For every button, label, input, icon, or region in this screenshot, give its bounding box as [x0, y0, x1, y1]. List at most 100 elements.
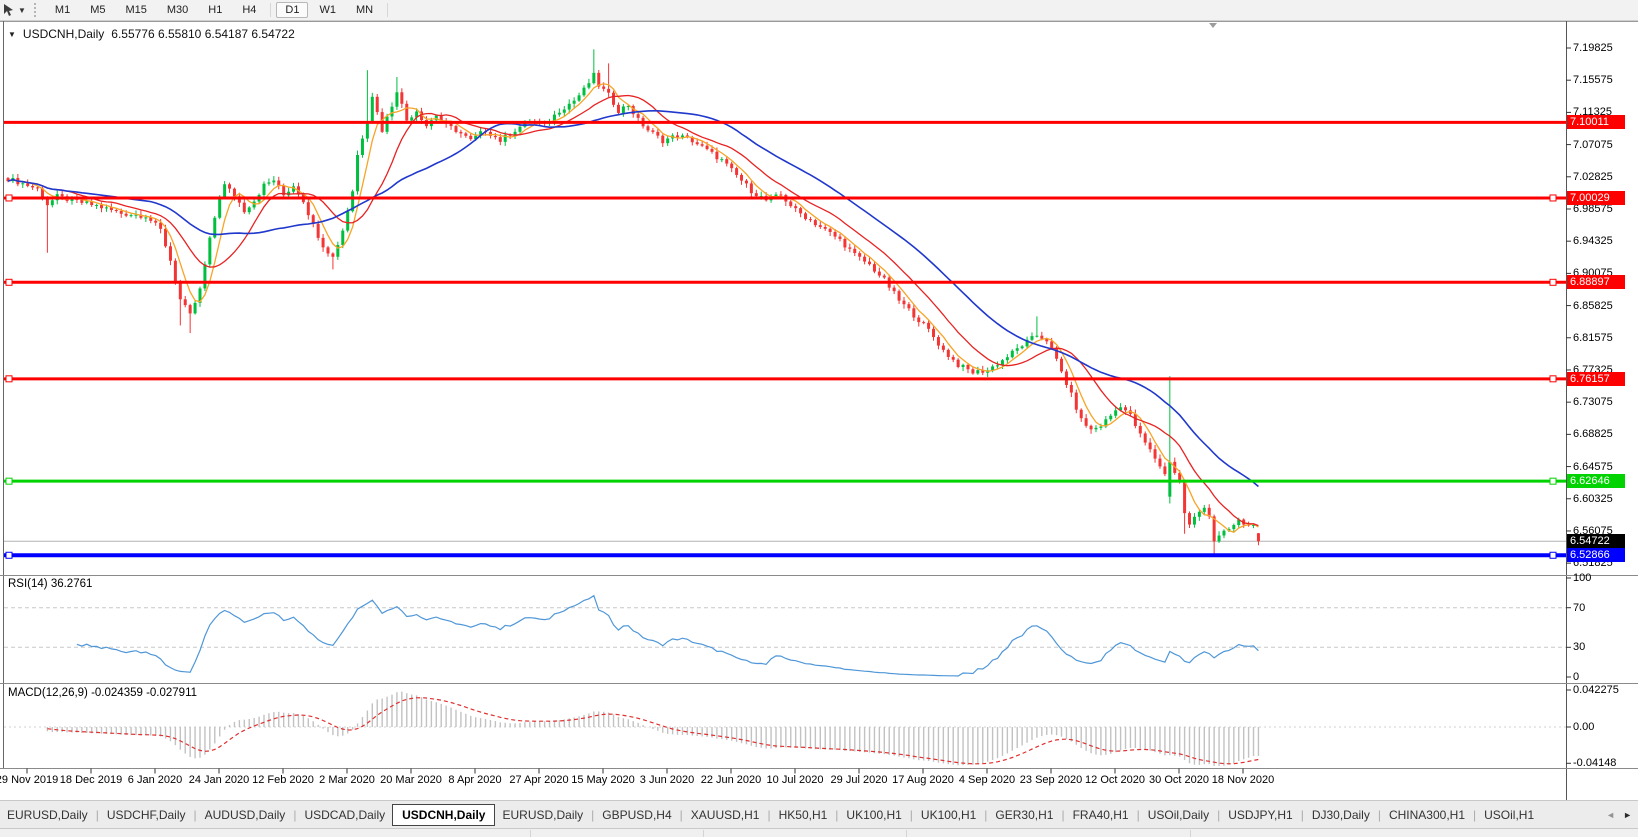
time-axis-label: 15 May 2020	[571, 774, 635, 786]
horizontal-level-line[interactable]	[4, 477, 1566, 485]
line-left-handle[interactable]	[5, 477, 13, 485]
tab-separator: |	[679, 807, 683, 822]
time-axis-label: 22 Jun 2020	[700, 774, 762, 786]
tab-separator: |	[193, 807, 197, 822]
line-right-handle[interactable]	[1549, 278, 1557, 286]
tab-separator: |	[591, 807, 595, 822]
tab-separator: |	[835, 807, 839, 822]
tab-separator: |	[1217, 807, 1221, 822]
price-axis-label: 6.73075	[1573, 396, 1613, 409]
chart-tab-uk100-h1[interactable]: UK100,H1	[839, 804, 908, 826]
price-level-tag: 7.10011	[1567, 115, 1625, 130]
line-right-handle[interactable]	[1549, 477, 1557, 485]
line-right-handle[interactable]	[1549, 375, 1557, 383]
line-left-handle[interactable]	[5, 375, 13, 383]
chart-tab-hk50-h1[interactable]: HK50,H1	[772, 804, 835, 826]
line-left-handle[interactable]	[5, 194, 13, 202]
horizontal-level-line[interactable]	[4, 375, 1566, 383]
rsi-axis-label: 70	[1573, 601, 1586, 614]
rsi-axis-label: 0	[1573, 671, 1580, 683]
time-axis-label: 18 Dec 2019	[59, 774, 123, 786]
price-axis-label: 6.60325	[1573, 492, 1613, 505]
tab-scroll-right-icon[interactable]: ►	[1623, 810, 1632, 820]
line-right-handle[interactable]	[1549, 194, 1557, 202]
current-price-tag: 6.54722	[1567, 534, 1625, 549]
tab-separator: |	[1300, 807, 1304, 822]
collapse-icon[interactable]: ▼	[8, 30, 16, 39]
horizontal-level-line[interactable]	[4, 278, 1566, 286]
toolbar: ▼ M1 M5 M15 M30 H1 H4 D1 W1 MN	[0, 0, 1638, 21]
chart-tab-gbpusd-h4[interactable]: GBPUSD,H4	[595, 804, 678, 826]
price-axis-label: 6.81575	[1573, 331, 1613, 344]
macd-histogram	[46, 691, 1260, 766]
chart-tab-usdcnh-daily[interactable]: USDCNH,Daily	[392, 803, 496, 826]
line-right-handle[interactable]	[1549, 551, 1557, 559]
rsi-axis-label: 30	[1573, 641, 1586, 654]
tab-scroll-left-icon[interactable]: ◄	[1606, 810, 1615, 820]
chart-shift-marker	[1209, 23, 1217, 28]
chart-tab-usdchf-daily[interactable]: USDCHF,Daily	[100, 804, 193, 826]
chart-frame	[0, 21, 1638, 800]
tab-separator: |	[767, 807, 771, 822]
macd-axis-label: 0.042275	[1573, 684, 1619, 696]
chart-tab-china300-h1[interactable]: CHINA300,H1	[1382, 804, 1472, 826]
rsi-line	[76, 594, 1259, 677]
timeframe-button-d1[interactable]: D1	[276, 2, 309, 18]
line-left-handle[interactable]	[5, 278, 13, 286]
macd-axis-label: -0.04148	[1573, 757, 1617, 770]
price-axis-label: 6.68825	[1573, 428, 1613, 441]
price-axis-label: 7.02825	[1573, 170, 1613, 183]
macd-indicator-label: MACD(12,26,9) -0.024359 -0.027911	[8, 687, 198, 699]
time-axis-label: 27 Apr 2020	[509, 774, 569, 786]
price-axis-label: 7.07075	[1573, 138, 1613, 151]
timeframe-button-m15[interactable]: M15	[116, 2, 155, 18]
timeframe-button-m1[interactable]: M1	[46, 2, 79, 18]
chart-title: ▼ USDCNH,Daily 6.55776 6.55810 6.54187 6…	[8, 27, 295, 41]
toolbar-grip	[33, 3, 40, 17]
time-axis-label: 24 Jan 2020	[188, 774, 250, 786]
price-level-tag: 6.88897	[1567, 275, 1625, 290]
tab-separator: |	[1377, 807, 1381, 822]
rsi-axis-label: 100	[1573, 572, 1592, 584]
status-bar-divider	[906, 830, 907, 837]
chart-tab-usdjpy-h1[interactable]: USDJPY,H1	[1221, 804, 1299, 826]
timeframe-button-h4[interactable]: H4	[233, 2, 265, 18]
tab-separator: |	[1473, 807, 1477, 822]
chart-tab-uk100-h1[interactable]: UK100,H1	[914, 804, 983, 826]
chart-area: ▼ USDCNH,Daily 6.55776 6.55810 6.54187 6…	[0, 21, 1638, 800]
chart-canvas[interactable]	[0, 21, 1638, 800]
time-axis-label: 17 Aug 2020	[892, 774, 954, 786]
chart-tab-usoil-h1[interactable]: USOil,H1	[1477, 804, 1541, 826]
timeframe-button-w1[interactable]: W1	[310, 2, 345, 18]
status-bar-divider	[530, 830, 531, 837]
chart-tab-xauusd-h1[interactable]: XAUUSD,H1	[684, 804, 767, 826]
timeframe-button-m30[interactable]: M30	[158, 2, 197, 18]
toolbar-separator	[387, 3, 389, 17]
timeframe-button-m5[interactable]: M5	[81, 2, 114, 18]
crosshair-tool-icon[interactable]	[1, 2, 17, 18]
chart-tab-audusd-daily[interactable]: AUDUSD,Daily	[198, 804, 293, 826]
time-axis-label: 29 Jul 2020	[830, 774, 888, 786]
time-axis-label: 2 Mar 2020	[319, 774, 375, 786]
timeframe-button-h1[interactable]: H1	[199, 2, 231, 18]
time-axis-label: 12 Oct 2020	[1085, 774, 1145, 786]
tab-scroll-arrows: ◄ ►	[1606, 810, 1632, 820]
horizontal-level-line[interactable]	[4, 551, 1566, 559]
chart-tab-usdcad-daily[interactable]: USDCAD,Daily	[297, 804, 392, 826]
chart-tab-usoil-daily[interactable]: USOil,Daily	[1141, 804, 1216, 826]
chart-ohlc-values: 6.55776 6.55810 6.54187 6.54722	[111, 27, 295, 41]
time-axis-label: 18 Nov 2020	[1211, 774, 1275, 786]
chart-tab-eurusd-daily[interactable]: EURUSD,Daily	[495, 804, 590, 826]
price-axis-label: 7.19825	[1573, 42, 1613, 54]
line-left-handle[interactable]	[5, 551, 13, 559]
price-level-tag: 6.62646	[1567, 474, 1625, 489]
chart-tab-dj30-daily[interactable]: DJ30,Daily	[1305, 804, 1377, 826]
timeframe-button-mn[interactable]: MN	[347, 2, 382, 18]
price-level-tag: 6.52866	[1567, 548, 1625, 563]
chart-tab-fra40-h1[interactable]: FRA40,H1	[1066, 804, 1136, 826]
price-axis-label: 6.85825	[1573, 299, 1613, 312]
price-level-tag: 6.76157	[1567, 371, 1625, 386]
tool-dropdown-caret[interactable]: ▼	[18, 6, 26, 15]
chart-tab-eurusd-daily[interactable]: EURUSD,Daily	[0, 804, 95, 826]
chart-tab-ger30-h1[interactable]: GER30,H1	[988, 804, 1060, 826]
